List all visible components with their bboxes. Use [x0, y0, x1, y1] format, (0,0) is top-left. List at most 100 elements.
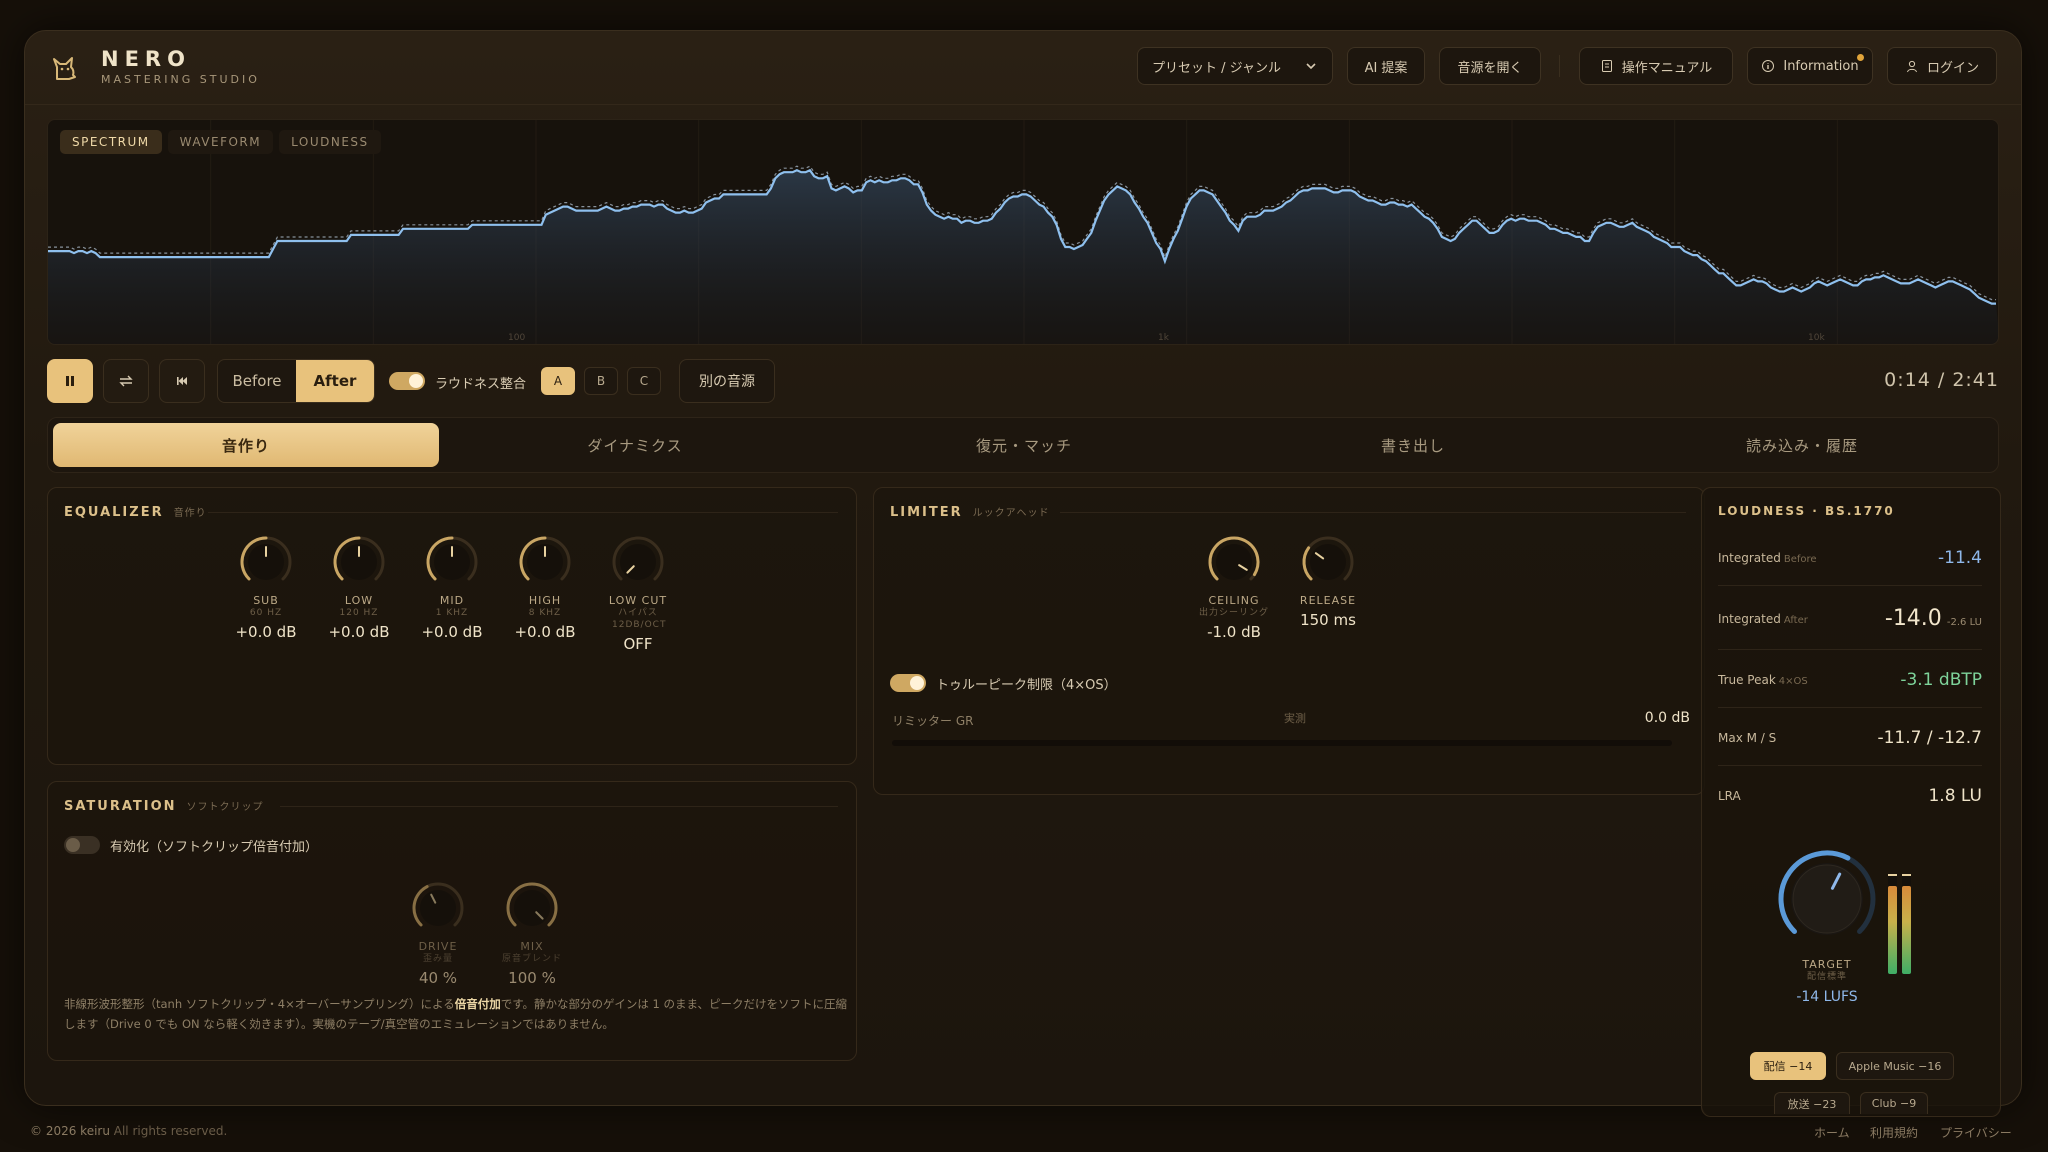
row-value: -11.7 / -12.7: [1877, 727, 1982, 748]
book-icon: [1601, 60, 1612, 72]
footer-terms-link[interactable]: 利用規約: [1870, 1124, 1918, 1141]
knob-name: RELEASE: [1299, 594, 1357, 607]
tab-sound-design[interactable]: 音作り: [53, 423, 439, 467]
low-knob[interactable]: LOW 120 HZ +0.0 dB: [313, 534, 405, 641]
row-value: -11.4: [1938, 547, 1982, 568]
divider: [1060, 512, 1686, 513]
knob-value: +0.0 dB: [328, 623, 390, 641]
loop-button[interactable]: [103, 359, 149, 403]
saturation-panel: SATURATION ソフトクリップ 有効化（ソフトクリップ倍音付加） DRIVE…: [47, 781, 857, 1061]
loudness-panel-frame: LOUDNESS · BS.1770 Integrated Before -11.…: [1701, 487, 2001, 1117]
saturation-enable-label: 有効化（ソフトクリップ倍音付加）: [110, 840, 319, 855]
tab-restore-match[interactable]: 復元・マッチ: [831, 423, 1217, 467]
after-button[interactable]: After: [296, 360, 374, 402]
pause-icon: [66, 376, 74, 386]
target-labels: TARGET 配信標準 -14 LUFS: [1772, 954, 1882, 1005]
row-key: Max M / S: [1718, 730, 1777, 745]
tab-waveform[interactable]: WAVEFORM: [167, 130, 274, 154]
copyright: © 2026 keiru All rights reserved.: [30, 1124, 228, 1138]
mid-knob[interactable]: MID 1 KHZ +0.0 dB: [406, 534, 498, 641]
loudness-row-lra: LRA 1.8 LU: [1718, 768, 1982, 824]
slot-a-button[interactable]: A: [541, 367, 575, 395]
pause-button[interactable]: [47, 359, 93, 403]
open-source-button[interactable]: 音源を開く: [1439, 47, 1541, 85]
true-peak-toggle[interactable]: [890, 674, 926, 692]
preset-select-label: プリセット / ジャンル: [1152, 60, 1281, 76]
manual-button[interactable]: 操作マニュアル: [1579, 47, 1733, 85]
footer-privacy-link[interactable]: プライバシー: [1940, 1124, 2012, 1141]
gr-value: 0.0 dB: [1644, 710, 1690, 726]
analyzer-tabs: SPECTRUM WAVEFORM LOUDNESS: [60, 130, 381, 154]
slot-c-button[interactable]: C: [627, 367, 661, 395]
tab-import-history[interactable]: 読み込み・履歴: [1609, 423, 1995, 467]
row-key: LRA: [1718, 789, 1741, 803]
knob-value: +0.0 dB: [421, 623, 483, 641]
preset-club[interactable]: Club −9: [1860, 1092, 1928, 1114]
preset-broadcast[interactable]: 放送 −23: [1774, 1092, 1850, 1114]
limiter-panel: LIMITER ルックアヘッド CEILING 出力シーリング -1.0 dB R…: [873, 487, 1705, 795]
preset-apple-music[interactable]: Apple Music −16: [1836, 1052, 1954, 1080]
tab-dynamics[interactable]: ダイナミクス: [442, 423, 828, 467]
divider: [208, 512, 838, 513]
rewind-button[interactable]: [159, 359, 205, 403]
limiter-gr-row: リミッター GR 実測 0.0 dB: [892, 710, 1690, 729]
row-value: -14.0: [1884, 606, 1942, 631]
target-knob[interactable]: [1772, 844, 1882, 954]
saturation-description: 非線形波形整形（tanh ソフトクリップ・4×オーバーサンプリング）による倍音付…: [64, 997, 847, 1031]
loudness-match-toggle[interactable]: [389, 372, 425, 390]
saturation-enable-toggle[interactable]: [64, 836, 100, 854]
target-value: -14 LUFS: [1796, 989, 1858, 1005]
loudness-row-integrated-before: Integrated Before -11.4: [1718, 530, 1982, 586]
knob-value: 40 %: [418, 969, 458, 987]
true-peak-label: トゥルーピーク制限（4×OS）: [936, 678, 1117, 693]
gr-mid-label: 実測: [1284, 712, 1306, 725]
high-knob[interactable]: HIGH 8 KHZ +0.0 dB: [499, 534, 591, 641]
preset-streaming[interactable]: 配信 −14: [1750, 1052, 1826, 1080]
knob-name: LOW CUT: [608, 594, 668, 607]
login-button[interactable]: ログイン: [1887, 47, 1997, 85]
tab-spectrum[interactable]: SPECTRUM: [60, 130, 162, 154]
row-value: 1.8 LU: [1928, 786, 1982, 806]
sub-knob[interactable]: SUB 60 HZ +0.0 dB: [220, 534, 312, 641]
release-knob[interactable]: RELEASE 150 ms: [1282, 534, 1374, 629]
knob-name: CEILING: [1208, 594, 1260, 607]
row-value-group: -14.0 -2.6 LU: [1885, 606, 1982, 631]
swap-arrows-icon: [119, 375, 133, 387]
before-button[interactable]: Before: [218, 360, 296, 402]
knob-value: -1.0 dB: [1207, 623, 1261, 641]
main-tabs: 音作り ダイナミクス 復元・マッチ 書き出し 読み込み・履歴: [47, 417, 1999, 473]
knob-value: +0.0 dB: [514, 623, 576, 641]
knob-value: +0.0 dB: [235, 623, 297, 641]
knob-name: MIX: [520, 940, 544, 953]
ceiling-knob[interactable]: CEILING 出力シーリング -1.0 dB: [1188, 534, 1280, 641]
mix-knob[interactable]: MIX 原音ブレンド 100 %: [486, 880, 578, 987]
knob-sublabel: 歪み量: [422, 954, 453, 964]
brand-subtitle: MASTERING STUDIO: [101, 73, 260, 86]
preset-select[interactable]: プリセット / ジャンル: [1137, 47, 1333, 85]
knob-value: OFF: [623, 635, 653, 653]
knob-dial: [1302, 536, 1354, 581]
drive-knob[interactable]: DRIVE 歪み量 40 %: [392, 880, 484, 987]
knob-dial: [519, 536, 571, 581]
info-icon: [1762, 60, 1775, 72]
slot-b-button[interactable]: B: [584, 367, 618, 395]
loudness-title: LOUDNESS · BS.1770: [1718, 504, 1895, 518]
skip-back-icon: [177, 377, 187, 385]
equalizer-title: EQUALIZER 音作り: [64, 505, 207, 520]
alt-source-button[interactable]: 別の音源: [679, 359, 775, 403]
knob-sublabel: 1 KHZ: [435, 608, 469, 618]
chevron-down-icon: [1306, 63, 1316, 70]
cat-logo-icon: [53, 57, 76, 80]
knob-dial: [240, 536, 292, 581]
tab-loudness[interactable]: LOUDNESS: [279, 130, 381, 154]
loudness-row-true-peak: True Peak 4×OS -3.1 dBTP: [1718, 652, 1982, 708]
knob-name: SUB: [253, 594, 279, 607]
spectrum-display: SPECTRUM WAVEFORM LOUDNESS 1001k10k: [47, 119, 1999, 345]
low-cut-knob[interactable]: LOW CUT ハイパス 12DB/OCT OFF: [592, 534, 684, 653]
gr-meter: [892, 740, 1672, 746]
information-button[interactable]: Information: [1747, 47, 1873, 85]
tab-export[interactable]: 書き出し: [1220, 423, 1606, 467]
ai-suggest-button[interactable]: AI 提案: [1347, 47, 1425, 85]
manual-button-label: 操作マニュアル: [1621, 60, 1713, 76]
footer-home-link[interactable]: ホーム: [1814, 1124, 1850, 1141]
